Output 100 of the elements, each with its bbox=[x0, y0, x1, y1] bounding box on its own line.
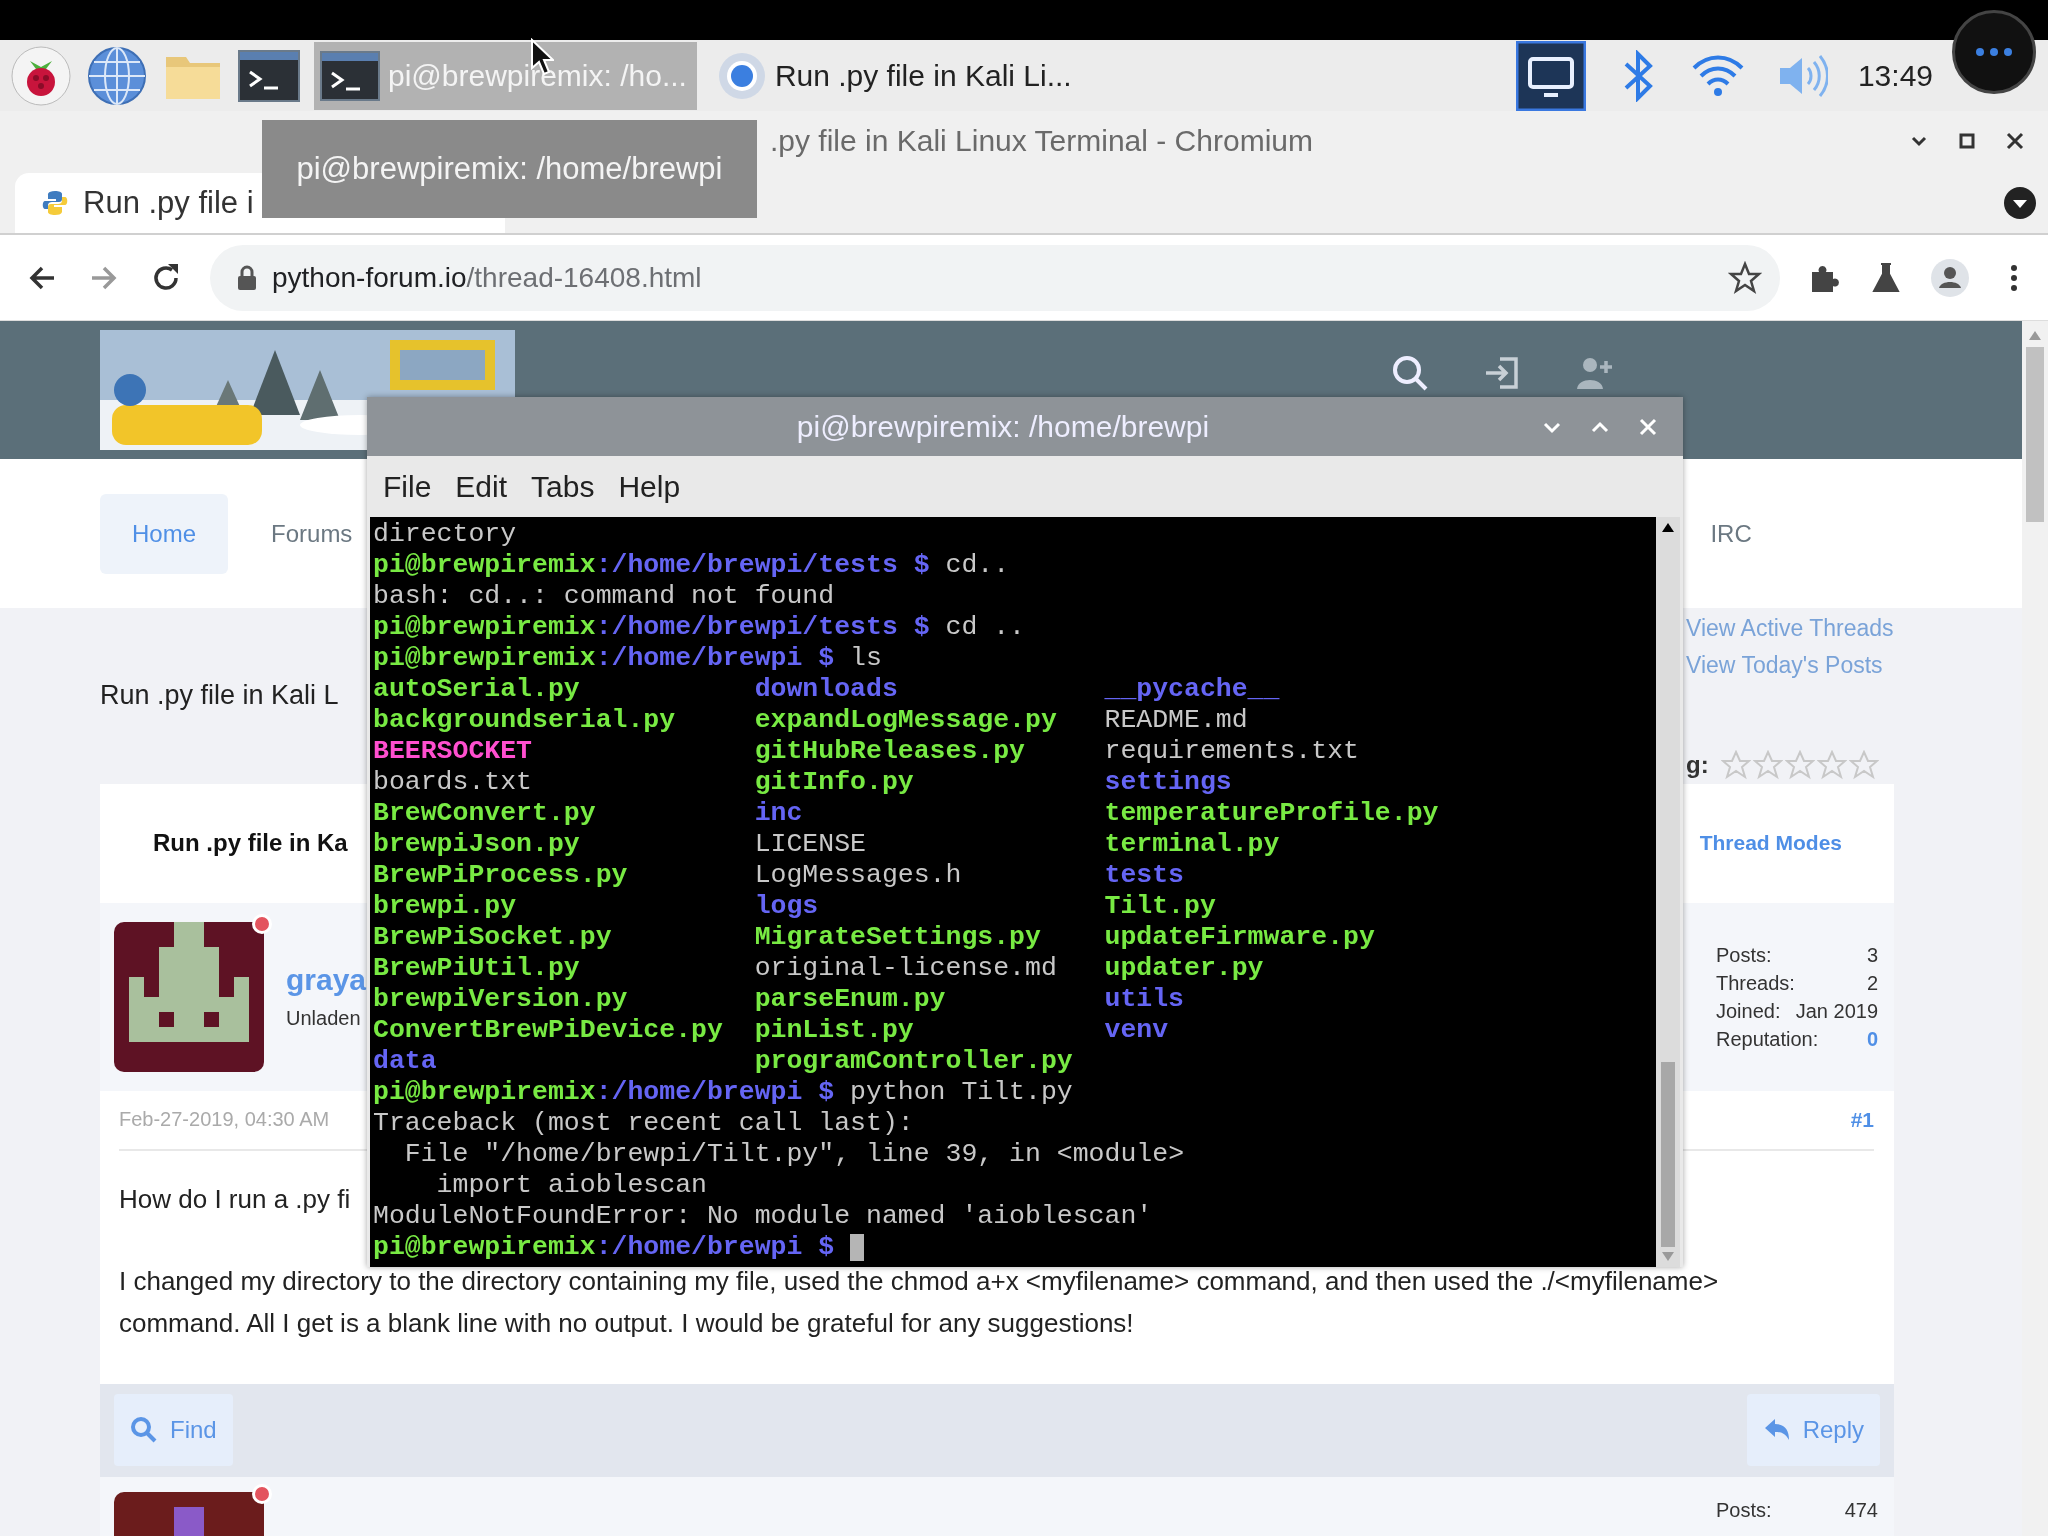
post-text: I changed my directory to the directory containing my file, used the chmod a+x <myfilename> command, and then used the ./<myfilename> command. All I get is a blank line with no output. I would be grateful for any suggestions! bbox=[119, 1264, 1720, 1340]
lock-icon[interactable] bbox=[236, 264, 258, 291]
author-name[interactable]: graya bbox=[286, 963, 367, 998]
terminal-output[interactable] bbox=[370, 517, 1656, 1267]
thread-modes-link[interactable]: Thread Modes bbox=[1699, 831, 1844, 856]
file-name: __pycache__ bbox=[1104, 674, 1280, 704]
post-text: How do I run a .py fi bbox=[119, 1182, 351, 1216]
window-title: .py file in Kali Linux Terminal - Chromium bbox=[769, 123, 1314, 158]
post-date: Feb-27-2019, 04:30 AM bbox=[119, 1108, 330, 1132]
terminal-text: :/home/brewpi $ bbox=[595, 1232, 835, 1263]
file-name: terminal.py bbox=[1104, 829, 1280, 859]
file-name: BrewPiSocket.py bbox=[373, 922, 612, 952]
thread-title: Run .py file in Kali L bbox=[100, 680, 339, 712]
file-name: LICENSE bbox=[754, 829, 866, 859]
terminal-text: :/home/brewpi/tests $ bbox=[595, 612, 930, 643]
browser-icon bbox=[716, 50, 767, 101]
file-name: BrewPiProcess.py bbox=[373, 860, 628, 890]
file-name: inc bbox=[754, 798, 803, 828]
terminal-text: pi@brewpiremix bbox=[373, 1232, 596, 1263]
avatar[interactable] bbox=[114, 1492, 264, 1536]
stat-value: 474 bbox=[1844, 1498, 1878, 1523]
scroll-up-icon[interactable] bbox=[1661, 521, 1675, 533]
file-name: README.md bbox=[1104, 705, 1248, 735]
bookmark-star-icon[interactable] bbox=[1728, 260, 1762, 295]
tooltip: pi@brewpiremix: /home/brewpi bbox=[262, 120, 757, 218]
file-name: expandLogMessage.py bbox=[754, 705, 1057, 735]
taskbar-button[interactable]: pi@brewpiremix: /ho... bbox=[314, 41, 697, 110]
file-name: utils bbox=[1104, 984, 1184, 1014]
nav-link[interactable]: Home bbox=[100, 493, 229, 574]
file-name: temperatureProfile.py bbox=[1104, 798, 1439, 828]
nav-link[interactable]: IRC bbox=[1700, 493, 1762, 574]
file-name: requirements.txt bbox=[1104, 736, 1359, 766]
file-name: ConvertBrewPiDevice.py bbox=[373, 1015, 723, 1045]
avatar[interactable] bbox=[114, 921, 264, 1072]
terminal-text: pi@brewpiremix bbox=[373, 643, 596, 674]
file-name: data bbox=[373, 1046, 437, 1076]
stat-label: Joined: bbox=[1716, 998, 1781, 1024]
file-name: BrewConvert.py bbox=[373, 798, 596, 828]
terminal-text: ModuleNotFoundError: No module named 'aioblescan' bbox=[373, 1201, 1153, 1232]
file-name: BrewPiUtil.py bbox=[373, 953, 580, 983]
stat-label: Posts: bbox=[1716, 1498, 1772, 1523]
terminal-text: :/home/brewpi/tests $ bbox=[595, 550, 930, 581]
menu-item[interactable]: Edit bbox=[447, 469, 516, 504]
terminal-text: pi@brewpiremix bbox=[373, 550, 596, 581]
file-name: Tilt.py bbox=[1104, 891, 1216, 921]
stat-value: Jan 2019 bbox=[1795, 998, 1878, 1024]
post-number-link[interactable]: #1 bbox=[1850, 1107, 1874, 1132]
terminal-text: import aioblescan bbox=[435, 1170, 707, 1201]
file-name: gitInfo.py bbox=[754, 767, 914, 797]
terminal-text: ls bbox=[849, 643, 882, 674]
file-name: brewpiJson.py bbox=[373, 829, 580, 859]
terminal-text: pi@brewpiremix bbox=[373, 612, 596, 643]
profile-icon[interactable] bbox=[1930, 257, 1970, 298]
file-name: logs bbox=[754, 891, 819, 921]
stat-link[interactable]: 0 bbox=[1866, 1024, 1878, 1053]
tab-search-icon[interactable] bbox=[2002, 185, 2038, 221]
scroll-thumb[interactable] bbox=[2026, 347, 2044, 522]
python-icon bbox=[41, 189, 69, 217]
stat-label: Posts: bbox=[1716, 942, 1772, 968]
file-name: pinList.py bbox=[754, 1015, 914, 1045]
terminal-text: python Tilt.py bbox=[849, 1077, 1073, 1108]
file-name: autoSerial.py bbox=[373, 674, 580, 704]
more-icon bbox=[1974, 46, 2014, 58]
file-name: gitHubReleases.py bbox=[754, 736, 1025, 766]
thread-link[interactable]: View Active Threads bbox=[1686, 610, 1894, 648]
file-name: updater.py bbox=[1104, 953, 1264, 983]
card-title: Run .py file in Ka bbox=[153, 829, 348, 858]
taskbar-button[interactable]: Run .py file in Kali Li... bbox=[710, 41, 1082, 110]
thread-link[interactable]: View Today's Posts bbox=[1686, 647, 1883, 685]
file-name: original-license.md bbox=[754, 953, 1057, 983]
window-title: pi@brewpiremix: /home/brewpi bbox=[795, 409, 1211, 444]
find-button[interactable]: Find bbox=[114, 1394, 233, 1467]
terminal-text: directory bbox=[373, 519, 517, 550]
file-name: brewpi.py bbox=[373, 891, 517, 921]
terminal-text: :/home/brewpi $ bbox=[595, 1077, 835, 1108]
scroll-thumb[interactable] bbox=[1661, 1062, 1675, 1247]
terminal-text: :/home/brewpi $ bbox=[595, 643, 835, 674]
menu-item[interactable]: File bbox=[375, 469, 440, 504]
reply-button[interactable]: Reply bbox=[1746, 1394, 1880, 1467]
stat-label: Threads: bbox=[1716, 970, 1795, 996]
file-name: brewpiVersion.py bbox=[373, 984, 628, 1014]
file-name: BEERSOCKET bbox=[373, 736, 533, 766]
star-rating[interactable] bbox=[1720, 750, 1879, 781]
stat-label: Reputation: bbox=[1716, 1026, 1819, 1052]
address-bar[interactable]: python-forum.io/thread-16408.html bbox=[210, 244, 1780, 311]
file-name: settings bbox=[1104, 767, 1232, 797]
file-name: parseEnum.py bbox=[754, 984, 946, 1014]
globe-icon[interactable] bbox=[86, 44, 148, 107]
nav-link[interactable]: Forums bbox=[261, 493, 363, 574]
menu-item[interactable]: Help bbox=[610, 469, 689, 504]
file-name: LogMessages.h bbox=[754, 860, 962, 890]
clock: 13:49 bbox=[1857, 58, 1933, 93]
search-icon[interactable] bbox=[1390, 353, 1430, 393]
terminal-text: bash: cd..: command not found bbox=[373, 581, 835, 612]
scrollbar[interactable] bbox=[1656, 517, 1680, 1267]
terminal-text: cd .. bbox=[944, 612, 1026, 643]
raspberry-icon[interactable] bbox=[10, 44, 72, 107]
scrollbar[interactable] bbox=[2022, 321, 2048, 1536]
menu-item[interactable]: Tabs bbox=[523, 469, 603, 504]
remote-desktop-icon[interactable] bbox=[1515, 40, 1586, 111]
